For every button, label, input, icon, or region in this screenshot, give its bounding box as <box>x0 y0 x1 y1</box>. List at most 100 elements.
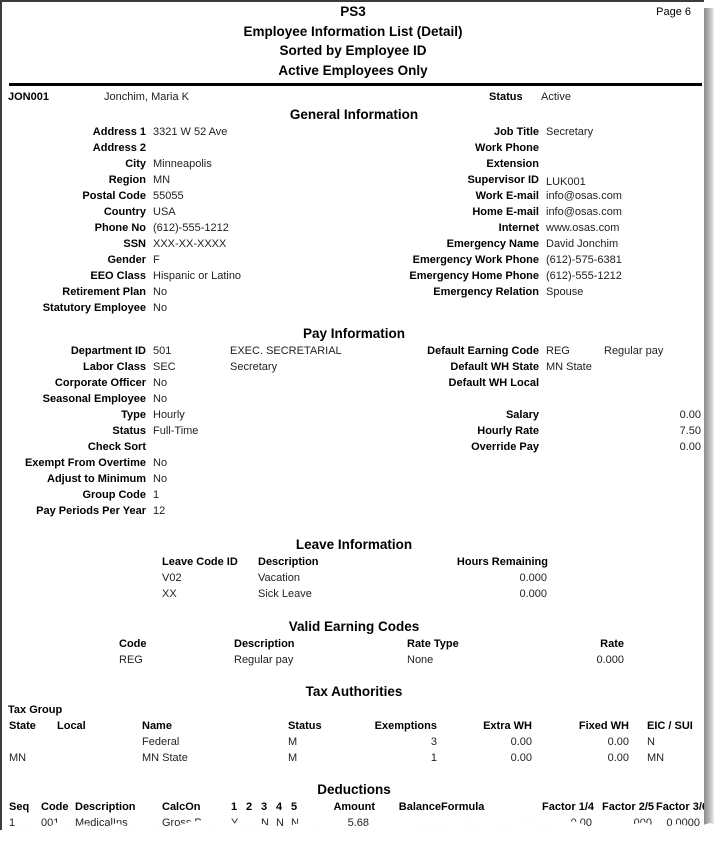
report-page: PS3 Page 6 Employee Information List (De… <box>0 0 708 830</box>
section-pay-title: Pay Information <box>302 326 405 341</box>
field-value: (612)-575-6381 <box>546 254 622 266</box>
field-label: Default WH Local <box>448 377 539 389</box>
earning-code: REG <box>119 654 143 666</box>
field-label: Salary <box>505 409 539 421</box>
field-label: Exempt From Overtime <box>24 457 146 469</box>
field-value: USA <box>153 206 176 218</box>
leave-col-description: Description <box>258 556 319 568</box>
amount-value: 0.00 <box>679 409 701 421</box>
deductions-col: Factor 2/5 <box>602 801 654 813</box>
tax-col-fixed-wh: Fixed WH <box>578 720 629 732</box>
section-deductions-title: Deductions <box>317 782 391 797</box>
earning-col-description: Description <box>234 638 295 650</box>
tax-status: M <box>288 752 298 764</box>
tax-status: M <box>288 736 298 748</box>
earning-rate: 0.000 <box>596 654 624 666</box>
section-general-title: General Information <box>289 107 419 122</box>
field-label: Statutory Employee <box>42 302 146 314</box>
field-label: Retirement Plan <box>62 286 146 298</box>
field-label: Work E-mail <box>475 190 539 202</box>
tax-group-label: Tax Group <box>8 704 63 716</box>
field-label: Group Code <box>82 489 146 501</box>
leave-description: Vacation <box>258 572 300 584</box>
field-value: No <box>153 286 168 298</box>
tax-col-status: Status <box>288 720 322 732</box>
earning-col-code: Code <box>119 638 147 650</box>
field-value: (612)-555-1212 <box>153 222 229 234</box>
field-label: Type <box>121 409 146 421</box>
deductions-col: 3 <box>261 801 268 813</box>
tax-col-extra-wh: Extra WH <box>483 720 532 732</box>
tax-col-state: State <box>9 720 36 732</box>
field-value: 55055 <box>153 190 184 202</box>
leave-code: V02 <box>162 572 182 584</box>
deductions-col: CalcOn <box>162 801 201 813</box>
leave-code: XX <box>162 588 177 600</box>
field-value: Hispanic or Latino <box>153 270 242 282</box>
deductions-col: Code <box>41 801 69 813</box>
tax-extra-wh: 0.00 <box>510 752 532 764</box>
tax-name: MN State <box>142 752 188 764</box>
field-label: Supervisor ID <box>467 174 539 186</box>
employee-status-value: Active <box>541 91 571 103</box>
field-description: EXEC. SECRETARIAL <box>230 345 342 357</box>
field-label: Emergency Name <box>446 238 539 250</box>
field-label: Department ID <box>70 345 146 357</box>
field-label: Emergency Home Phone <box>409 270 539 282</box>
field-label: Emergency Work Phone <box>412 254 539 266</box>
deductions-col: Description <box>75 801 136 813</box>
field-value: (612)-555-1212 <box>546 270 622 282</box>
tax-eic-sui: N <box>647 736 655 748</box>
field-value: No <box>153 377 168 389</box>
field-label: Gender <box>107 254 146 266</box>
tax-col-exemptions: Exemptions <box>374 720 437 732</box>
tax-exemptions: 3 <box>430 736 437 748</box>
field-value: Full-Time <box>153 425 199 437</box>
leave-hours: 0.000 <box>519 588 547 600</box>
field-label: Home E-mail <box>472 206 539 218</box>
field-value: MN <box>153 174 171 186</box>
field-value: 501 <box>153 345 172 357</box>
field-label: Emergency Relation <box>433 286 539 298</box>
field-label: Status <box>112 425 146 437</box>
field-value: No <box>153 393 168 405</box>
deductions-col: 1 <box>231 801 238 813</box>
field-value: SEC <box>153 361 176 373</box>
tax-eic-sui: MN <box>647 752 665 764</box>
field-label: Internet <box>498 222 539 234</box>
deductions-col: 5 <box>291 801 298 813</box>
report-filter: Active Employees Only <box>278 63 428 78</box>
field-value: F <box>153 254 160 266</box>
section-leave-title: Leave Information <box>295 537 413 552</box>
deductions-col: Balance <box>398 801 441 813</box>
field-description: Regular pay <box>604 345 664 357</box>
tax-fixed-wh: 0.00 <box>607 736 629 748</box>
field-label: Address 2 <box>92 142 146 154</box>
field-label: Override Pay <box>471 441 539 453</box>
deductions-col: Amount <box>333 801 375 813</box>
employee-name: Jonchim, Maria K <box>104 91 189 103</box>
field-label: EEO Class <box>90 270 146 282</box>
earning-col-rate-type: Rate Type <box>407 638 459 650</box>
field-label: Default Earning Code <box>427 345 539 357</box>
field-value: info@osas.com <box>546 190 622 202</box>
page-shadow <box>704 8 714 830</box>
employee-id: JON001 <box>8 91 49 103</box>
field-label: Corporate Officer <box>54 377 146 389</box>
field-value: No <box>153 457 168 469</box>
field-label: Extension <box>486 158 539 170</box>
tax-fixed-wh: 0.00 <box>607 752 629 764</box>
earning-description: Regular pay <box>234 654 294 666</box>
leave-col-hours: Hours Remaining <box>456 556 548 568</box>
deductions-col: Formula <box>441 801 485 813</box>
leave-hours: 0.000 <box>519 572 547 584</box>
deductions-col: 4 <box>276 801 283 813</box>
field-value: Spouse <box>546 286 584 298</box>
field-value: David Jonchim <box>546 238 619 250</box>
field-value: Secretary <box>546 126 594 138</box>
amount-value: 7.50 <box>679 425 701 437</box>
field-label: Seasonal Employee <box>42 393 146 405</box>
tax-extra-wh: 0.00 <box>510 736 532 748</box>
field-label: Region <box>108 174 146 186</box>
field-value: www.osas.com <box>546 222 620 234</box>
